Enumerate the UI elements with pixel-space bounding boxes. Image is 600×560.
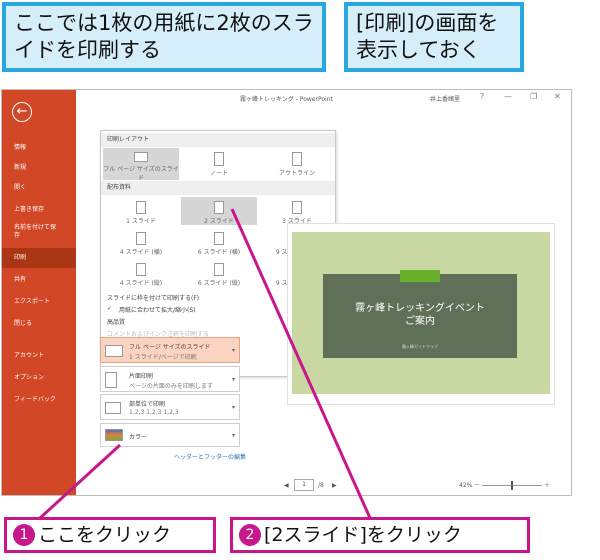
pointer-lines: [38, 208, 372, 520]
step2-callout: 2 [2スライド]をクリック: [230, 517, 530, 553]
step2-text: [2スライド]をクリック: [264, 524, 462, 546]
step2-number: 2: [239, 524, 261, 546]
pointer-line-step1: [38, 443, 122, 520]
step1-number: 1: [13, 524, 35, 546]
page: ここでは1枚の用紙に2枚のスライドを印刷する [印刷]の画面を表示しておく ← …: [0, 0, 600, 560]
step1-callout: 1 ここをクリック: [4, 517, 216, 553]
pointer-line-step2: [230, 208, 372, 519]
step1-text: ここをクリック: [38, 524, 172, 546]
